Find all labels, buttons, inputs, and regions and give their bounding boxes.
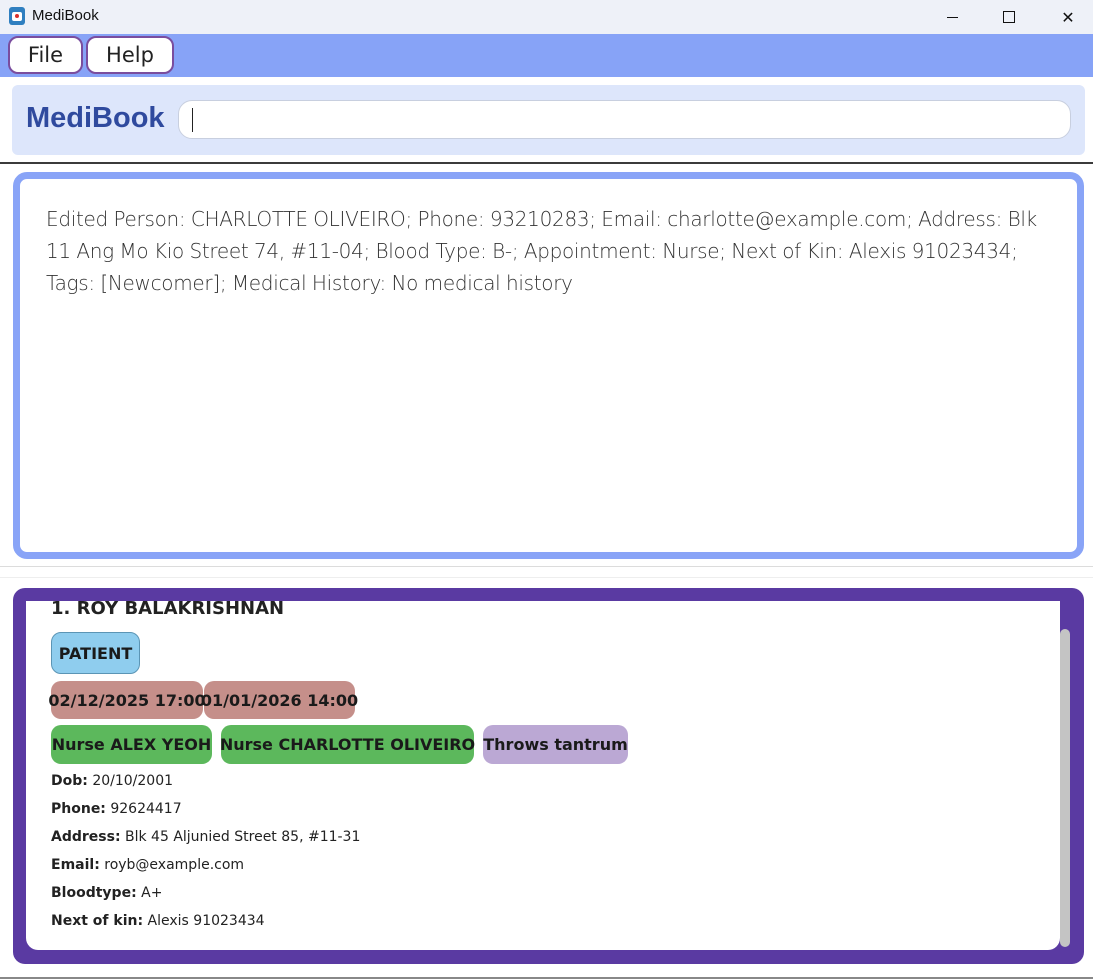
close-icon: ✕ <box>1061 7 1075 27</box>
next-of-kin-field: Next of kin: Alexis 91023434 <box>51 913 265 929</box>
address-label: Address: <box>51 829 121 845</box>
appointment-chip: 01/01/2026 14:00 <box>201 681 358 719</box>
text-caret <box>192 108 193 132</box>
brand-title: MediBook <box>26 102 165 134</box>
maximize-button[interactable] <box>982 0 1036 34</box>
nurse-chip: Nurse CHARLOTTE OLIVEIRO <box>220 725 475 764</box>
dob-value: 20/10/2001 <box>92 773 174 789</box>
result-display[interactable]: Edited Person: CHARLOTTE OLIVEIRO; Phone… <box>13 172 1084 559</box>
role-badge: PATIENT <box>51 632 140 674</box>
email-value: royb@example.com <box>104 857 245 873</box>
phone-label: Phone: <box>51 801 106 817</box>
bloodtype-label: Bloodtype: <box>51 885 137 901</box>
bloodtype-value: A+ <box>141 885 163 901</box>
close-button[interactable]: ✕ <box>1041 0 1093 34</box>
bloodtype-field: Bloodtype: A+ <box>51 885 162 901</box>
divider <box>0 566 1093 567</box>
nurse-chip: Nurse ALEX YEOH <box>51 725 212 764</box>
divider <box>0 162 1093 164</box>
person-list-panel[interactable]: 1. ROY BALAKRISHNAN PATIENT 02/12/2025 1… <box>13 588 1084 964</box>
email-label: Email: <box>51 857 100 873</box>
list-scrollbar[interactable] <box>1060 629 1070 947</box>
command-area: MediBook <box>12 85 1085 155</box>
phone-value: 92624417 <box>110 801 182 817</box>
medibook-app-icon <box>9 7 25 25</box>
window-title: MediBook <box>32 7 99 24</box>
help-menu-button[interactable]: Help <box>86 36 174 74</box>
minimize-button[interactable] <box>925 0 979 34</box>
result-message: Edited Person: CHARLOTTE OLIVEIRO; Phone… <box>46 207 1037 295</box>
command-input[interactable] <box>178 100 1071 139</box>
person-card[interactable]: 1. ROY BALAKRISHNAN PATIENT 02/12/2025 1… <box>26 601 1060 950</box>
menu-bar: File Help <box>0 34 1093 77</box>
phone-field: Phone: 92624417 <box>51 801 182 817</box>
next-of-kin-label: Next of kin: <box>51 913 144 929</box>
appointment-chip: 02/12/2025 17:00 <box>48 681 206 719</box>
tag-chip: Throws tantrum <box>483 725 628 764</box>
dob-field: Dob: 20/10/2001 <box>51 773 173 789</box>
file-menu-button[interactable]: File <box>8 36 83 74</box>
title-bar: MediBook ✕ <box>0 0 1093 34</box>
address-value: Blk 45 Aljunied Street 85, #11-31 <box>125 829 361 845</box>
email-field: Email: royb@example.com <box>51 857 244 873</box>
address-field: Address: Blk 45 Aljunied Street 85, #11-… <box>51 829 360 845</box>
divider <box>0 577 1093 578</box>
person-name: 1. ROY BALAKRISHNAN <box>51 601 285 619</box>
dob-label: Dob: <box>51 773 88 789</box>
next-of-kin-value: Alexis 91023434 <box>147 913 265 929</box>
